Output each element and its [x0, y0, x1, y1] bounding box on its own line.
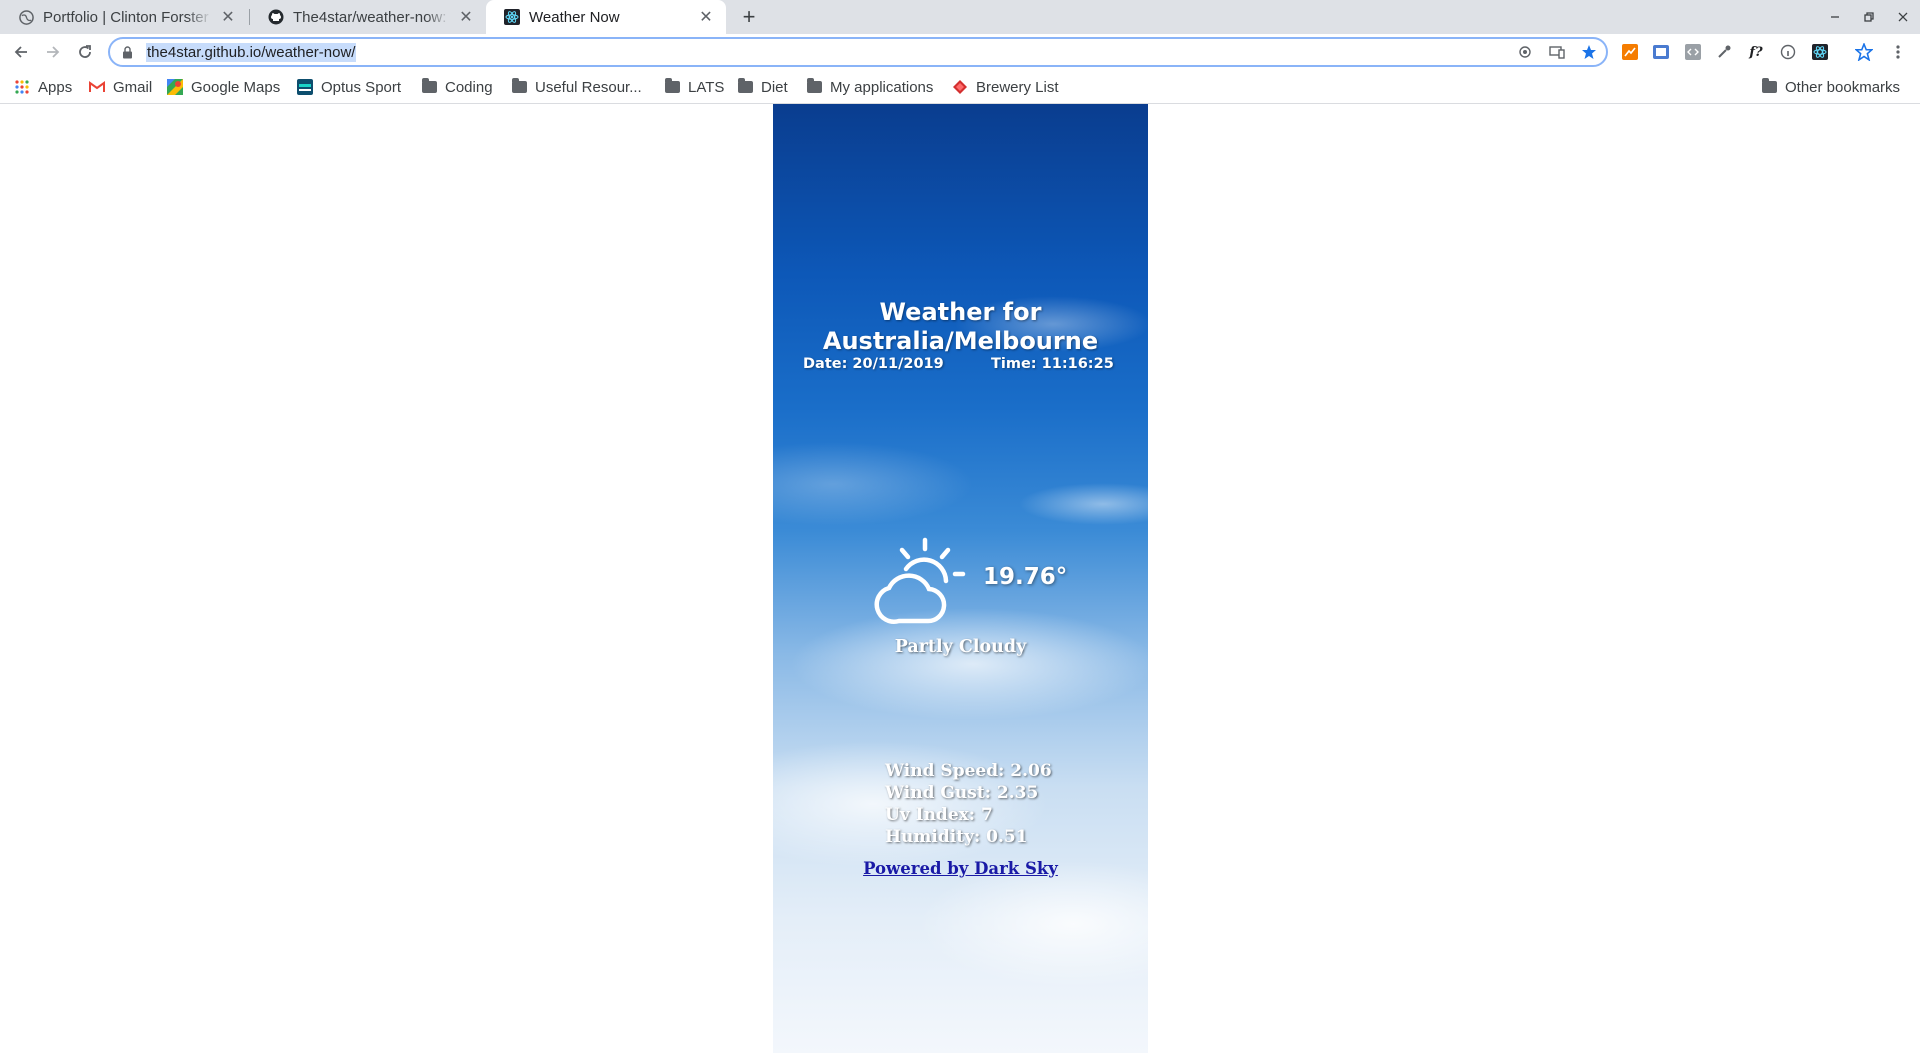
bookmark-label: LATS — [688, 78, 725, 96]
bookmark-star-icon[interactable] — [1580, 43, 1598, 61]
devtools-extension-icon[interactable] — [1651, 42, 1671, 62]
bookmark-brewery-list[interactable]: Brewery List — [952, 70, 1059, 104]
bookmark-lats[interactable]: LATS — [664, 70, 724, 104]
close-icon[interactable]: ✕ — [458, 9, 474, 26]
tab-portfolio[interactable]: Portfolio | Clinton Forster ✕ — [0, 0, 248, 34]
arrow-right-icon — [47, 46, 60, 58]
temperature-value: 19.76° — [983, 564, 1068, 590]
maps-icon — [167, 79, 183, 95]
tab-strip: Portfolio | Clinton Forster ✕ The4star/w… — [0, 0, 1920, 34]
bookmark-label: Google Maps — [191, 78, 281, 96]
folder-icon — [737, 78, 753, 95]
bookmark-label: Useful Resour... — [535, 78, 642, 96]
browser-toolbar: the4star.github.io/weather-now/ f? — [0, 34, 1920, 70]
close-icon[interactable]: ✕ — [698, 9, 714, 26]
minimize-icon[interactable] — [1818, 0, 1852, 34]
uv-index: Uv Index: 7 — [885, 805, 993, 825]
back-button[interactable] — [7, 38, 35, 66]
close-icon[interactable]: ✕ — [220, 9, 236, 26]
lock-icon — [120, 45, 134, 59]
bookmark-label: Gmail — [113, 78, 153, 96]
bookmark-label: Brewery List — [976, 78, 1059, 96]
humidity: Humidity: 0.51 — [885, 827, 1028, 847]
apps-grid-icon — [14, 79, 30, 95]
optus-icon — [297, 79, 313, 95]
bookmark-label: Diet — [761, 78, 788, 96]
url-text: the4star.github.io/weather-now/ — [146, 42, 357, 62]
new-tab-button[interactable]: + — [736, 4, 762, 30]
tab-title: Portfolio | Clinton Forster — [43, 8, 209, 26]
bookmark-optus-sport[interactable]: Optus Sport — [297, 70, 401, 104]
bookmark-label: Apps — [38, 78, 73, 96]
other-bookmarks[interactable]: Other bookmarks — [1761, 70, 1900, 104]
weather-details: Wind Speed: 2.06 Wind Gust: 2.35 Uv Inde… — [885, 760, 1052, 848]
globe-icon — [18, 9, 34, 25]
diamond-icon — [952, 79, 968, 95]
font-extension-icon[interactable]: f? — [1746, 42, 1766, 62]
partly-cloudy-icon — [874, 537, 966, 624]
code-extension-icon[interactable] — [1683, 42, 1703, 62]
reload-icon — [79, 45, 91, 58]
reload-button[interactable] — [71, 38, 99, 66]
window-close-icon[interactable] — [1886, 0, 1920, 34]
bookmark-coding[interactable]: Coding — [421, 70, 493, 104]
analytics-extension-icon[interactable] — [1620, 42, 1640, 62]
folder-icon — [1761, 78, 1777, 95]
eyedropper-icon[interactable] — [1714, 42, 1734, 62]
bookmark-apps[interactable]: Apps — [14, 70, 72, 104]
folder-icon — [511, 78, 527, 95]
folder-icon — [664, 78, 680, 95]
address-bar[interactable]: the4star.github.io/weather-now/ — [108, 37, 1608, 67]
restore-icon[interactable] — [1852, 0, 1886, 34]
arrow-left-icon — [14, 46, 27, 58]
github-icon — [268, 9, 284, 25]
wind-speed: Wind Speed: 2.06 — [885, 761, 1052, 781]
other-bookmarks-label: Other bookmarks — [1785, 78, 1901, 96]
extensions-star-icon[interactable] — [1854, 42, 1874, 62]
tab-title: The4star/weather-now: A — [293, 8, 450, 26]
powered-by-dark-sky-link[interactable]: Powered by Dark Sky — [773, 859, 1148, 878]
bookmark-my-applications[interactable]: My applications — [806, 70, 933, 104]
tab-weather-now[interactable]: Weather Now ✕ — [486, 0, 726, 34]
folder-icon — [806, 78, 822, 95]
time-label: Time: 11:16:25 — [991, 356, 1114, 372]
bookmark-useful-resources[interactable]: Useful Resour... — [511, 70, 642, 104]
info-extension-icon[interactable] — [1778, 42, 1798, 62]
react-devtools-icon[interactable] — [1810, 42, 1830, 62]
menu-dots-icon[interactable] — [1888, 42, 1908, 62]
weather-summary: Partly Cloudy — [894, 637, 1027, 657]
folder-icon — [421, 78, 437, 95]
date-label: Date: 20/11/2019 — [803, 356, 944, 372]
page-title: Weather for Australia/Melbourne — [822, 298, 1099, 355]
cast-icon[interactable] — [1548, 43, 1566, 61]
gmail-icon — [89, 79, 105, 95]
bookmark-label: My applications — [830, 78, 934, 96]
page-viewport: Weather for Australia/Melbourne Date: 20… — [0, 104, 1920, 1053]
bookmark-diet[interactable]: Diet — [737, 70, 788, 104]
tab-title: Weather Now — [529, 8, 620, 26]
location-icon[interactable] — [1516, 43, 1534, 61]
bookmark-label: Optus Sport — [321, 78, 402, 96]
react-icon — [504, 9, 520, 25]
bookmark-google-maps[interactable]: Google Maps — [167, 70, 280, 104]
tab-github[interactable]: The4star/weather-now: A ✕ — [250, 0, 486, 34]
bookmarks-bar: Apps Gmail Google Maps Optus Sport Codin… — [0, 70, 1920, 104]
weather-card: Weather for Australia/Melbourne Date: 20… — [773, 104, 1148, 1053]
wind-gust: Wind Gust: 2.35 — [885, 783, 1039, 803]
bookmark-label: Coding — [445, 78, 493, 96]
forward-button[interactable] — [39, 38, 67, 66]
bookmark-gmail[interactable]: Gmail — [89, 70, 152, 104]
